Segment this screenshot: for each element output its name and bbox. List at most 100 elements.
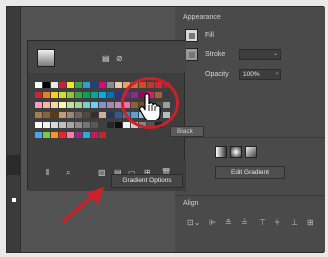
align-to-icon[interactable]: ⊡⌄: [187, 217, 200, 229]
swatch[interactable]: [51, 92, 58, 98]
options-icon[interactable]: ⌕: [66, 168, 70, 177]
swatch[interactable]: [83, 82, 90, 88]
opacity-field[interactable]: 100% ›: [239, 69, 281, 80]
align-center-icon[interactable]: ≛: [225, 217, 232, 229]
swatch[interactable]: [155, 122, 162, 128]
swatch[interactable]: [43, 92, 50, 98]
swatch[interactable]: [147, 122, 154, 128]
swatch[interactable]: [43, 122, 50, 128]
radial-gradient-icon[interactable]: [230, 146, 242, 158]
swatch[interactable]: [99, 122, 106, 128]
swatch-kind-icon[interactable]: ▨: [98, 168, 106, 177]
swatch[interactable]: [99, 112, 106, 118]
swatch[interactable]: [123, 112, 130, 118]
swatch[interactable]: [67, 132, 74, 138]
swatch[interactable]: [75, 102, 82, 108]
swatch[interactable]: [91, 82, 98, 88]
swatch[interactable]: [43, 82, 50, 88]
swatch[interactable]: [83, 102, 90, 108]
swatch[interactable]: [91, 122, 98, 128]
swatch[interactable]: [131, 82, 138, 88]
swatch[interactable]: [67, 102, 74, 108]
swatch[interactable]: [131, 102, 138, 108]
swatch[interactable]: [115, 92, 122, 98]
swatch[interactable]: [35, 92, 42, 98]
swatch[interactable]: [91, 92, 98, 98]
swatch[interactable]: [75, 112, 82, 118]
swatch[interactable]: [107, 82, 114, 88]
fill-swatch-icon[interactable]: [185, 29, 198, 42]
swatch[interactable]: [67, 112, 74, 118]
toolbar-handle[interactable]: [7, 155, 21, 175]
swatch[interactable]: [35, 112, 42, 118]
swatch[interactable]: [123, 82, 130, 88]
swatch[interactable]: [107, 102, 114, 108]
swatch[interactable]: [75, 92, 82, 98]
align-middle-icon[interactable]: ⫩: [275, 217, 280, 229]
swatch[interactable]: [83, 132, 90, 138]
swatch[interactable]: [131, 112, 138, 118]
swatch[interactable]: [67, 82, 74, 88]
swatch[interactable]: [123, 92, 130, 98]
swatch[interactable]: [91, 132, 98, 138]
swatch[interactable]: [139, 82, 146, 88]
swatch[interactable]: [107, 92, 114, 98]
swatch[interactable]: [107, 112, 114, 118]
swatch[interactable]: [91, 112, 98, 118]
swatch[interactable]: [99, 132, 106, 138]
swatch[interactable]: [123, 122, 130, 128]
swatch[interactable]: [67, 92, 74, 98]
swatch[interactable]: [99, 82, 106, 88]
swatch[interactable]: [75, 82, 82, 88]
swatch[interactable]: [75, 132, 82, 138]
swatch[interactable]: [59, 82, 66, 88]
swatch[interactable]: [35, 102, 42, 108]
swatch[interactable]: [51, 132, 58, 138]
swatch[interactable]: [59, 112, 66, 118]
swatch[interactable]: [107, 122, 114, 128]
distribute-icon[interactable]: ⊞: [307, 217, 314, 229]
swatch[interactable]: [59, 122, 66, 128]
swatch[interactable]: [43, 132, 50, 138]
swatch[interactable]: [155, 82, 162, 88]
swatch[interactable]: [115, 122, 122, 128]
grid-view-icon[interactable]: ⊘: [116, 55, 125, 63]
linear-gradient-icon[interactable]: [215, 146, 227, 158]
align-left-icon[interactable]: ⊫: [209, 217, 216, 229]
swatch[interactable]: [163, 102, 170, 108]
current-gradient-swatch[interactable]: [37, 49, 55, 67]
swatch[interactable]: [51, 102, 58, 108]
align-bottom-icon[interactable]: ⊥: [291, 217, 298, 229]
swatch[interactable]: [99, 92, 106, 98]
stroke-weight-field[interactable]: ⌄: [239, 49, 281, 60]
freeform-gradient-icon[interactable]: [245, 146, 257, 158]
swatch[interactable]: [35, 122, 42, 128]
swatch[interactable]: [115, 102, 122, 108]
library-icon[interactable]: ⫴: [46, 168, 49, 177]
swatch[interactable]: [59, 92, 66, 98]
swatch[interactable]: [163, 82, 170, 88]
swatch[interactable]: [59, 132, 66, 138]
swatch[interactable]: [51, 82, 58, 88]
swatch[interactable]: [147, 82, 154, 88]
swatch[interactable]: [43, 102, 50, 108]
swatch[interactable]: [91, 102, 98, 108]
swatch[interactable]: [59, 102, 66, 108]
swatch[interactable]: [83, 92, 90, 98]
swatch[interactable]: [139, 122, 146, 128]
swatch[interactable]: [163, 92, 170, 98]
swatch[interactable]: [35, 82, 42, 88]
stroke-swatch-icon[interactable]: [185, 48, 198, 61]
swatch[interactable]: [67, 122, 74, 128]
swatch[interactable]: [43, 112, 50, 118]
swatch[interactable]: [131, 92, 138, 98]
align-top-icon[interactable]: ⊤: [259, 217, 266, 229]
swatch[interactable]: [131, 122, 138, 128]
swatch[interactable]: [163, 112, 170, 118]
swatch[interactable]: [83, 112, 90, 118]
swatch[interactable]: [83, 122, 90, 128]
swatch[interactable]: [35, 132, 42, 138]
gradient-options-button[interactable]: Gradient Options: [111, 174, 183, 188]
swatch[interactable]: [75, 122, 82, 128]
swatch[interactable]: [51, 122, 58, 128]
